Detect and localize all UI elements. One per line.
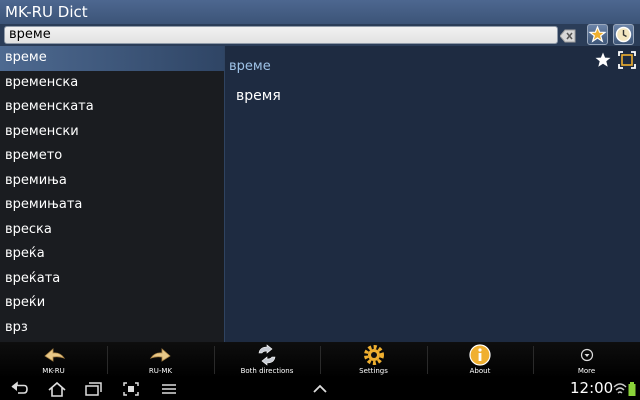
list-item[interactable]: вреќата: [0, 267, 224, 292]
favorites-button[interactable]: [587, 24, 608, 45]
list-item[interactable]: вреска: [0, 218, 224, 243]
chevron-up-icon[interactable]: [310, 380, 330, 398]
search-input[interactable]: [4, 26, 558, 44]
backspace-icon: [559, 29, 576, 43]
word-list: време временска временската временски вр…: [0, 46, 224, 342]
about-button[interactable]: About: [427, 342, 533, 378]
system-nav-bar: 12:00: [0, 378, 640, 400]
settings-label: Settings: [359, 367, 388, 375]
search-bar: [0, 24, 640, 46]
entry-translation: время: [236, 88, 281, 104]
star-icon: [588, 25, 607, 43]
title-bar: MK-RU Dict: [0, 0, 640, 24]
menu-icon[interactable]: [159, 380, 179, 398]
both-directions-label: Both directions: [240, 367, 294, 375]
ru-mk-button[interactable]: RU-MK: [107, 342, 214, 378]
mk-ru-label: MK-RU: [42, 367, 65, 375]
arrow-left-icon: [43, 348, 65, 362]
app-title: MK-RU Dict: [5, 3, 88, 21]
home-icon[interactable]: [47, 380, 67, 398]
settings-button[interactable]: Settings: [320, 342, 427, 378]
gear-icon: [363, 345, 384, 365]
list-item[interactable]: времињата: [0, 193, 224, 218]
arrow-right-icon: [149, 348, 171, 362]
info-icon: [469, 344, 491, 366]
clock-icon: [615, 26, 632, 43]
more-button[interactable]: More: [533, 342, 640, 378]
entry-panel: време время: [225, 46, 640, 342]
list-item[interactable]: време: [0, 46, 224, 71]
mk-ru-button[interactable]: MK-RU: [0, 342, 107, 378]
list-item[interactable]: времиња: [0, 169, 224, 194]
both-directions-button[interactable]: Both directions: [214, 342, 320, 378]
clear-search-button[interactable]: [559, 28, 576, 43]
about-label: About: [469, 367, 491, 375]
list-item[interactable]: временска: [0, 71, 224, 96]
list-item[interactable]: времето: [0, 144, 224, 169]
wifi-icon: [613, 383, 627, 394]
star-icon: [595, 52, 611, 67]
back-icon[interactable]: [9, 380, 29, 398]
screenshot-icon[interactable]: [121, 380, 141, 398]
list-item[interactable]: временски: [0, 120, 224, 145]
battery-icon: [628, 382, 636, 396]
list-item[interactable]: вреќи: [0, 291, 224, 316]
fullscreen-button[interactable]: [618, 51, 636, 69]
more-label: More: [577, 367, 596, 375]
fullscreen-icon: [618, 51, 636, 69]
recent-apps-icon[interactable]: [84, 380, 104, 398]
action-bar: MK-RU RU-MK Both directions Settings Abo…: [0, 342, 640, 378]
swap-arrows-icon: [258, 344, 276, 366]
more-icon: [580, 348, 593, 362]
add-favorite-button[interactable]: [594, 51, 612, 69]
history-button[interactable]: [613, 24, 634, 45]
ru-mk-label: RU-MK: [148, 367, 173, 375]
list-item[interactable]: временската: [0, 95, 224, 120]
list-item[interactable]: врз: [0, 316, 224, 341]
status-clock: 12:00: [570, 379, 614, 397]
list-item[interactable]: вреќа: [0, 242, 224, 267]
entry-headword: време: [229, 59, 271, 74]
